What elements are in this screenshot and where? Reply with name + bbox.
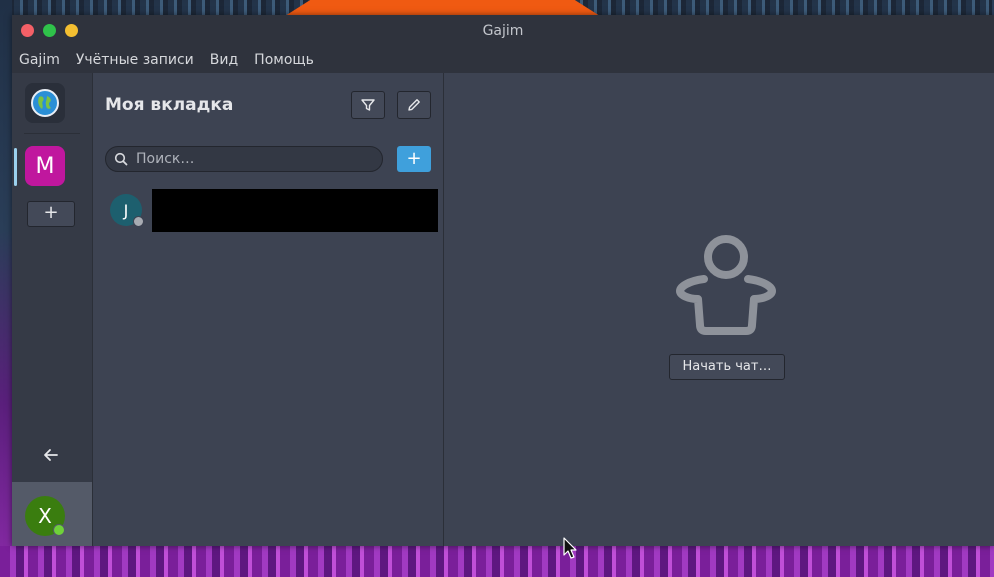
contact-status-badge: [133, 216, 144, 227]
account-status-badge: [53, 524, 65, 536]
add-chat-button[interactable]: +: [397, 146, 431, 172]
workspace-separator: [24, 133, 80, 134]
main-chat-area: Начать чат…: [444, 73, 994, 546]
workspace-avatar[interactable]: M: [25, 146, 65, 186]
collapse-button[interactable]: [41, 445, 61, 465]
chat-list-panel: Моя вкладка + J: [93, 73, 444, 546]
pencil-icon: [408, 99, 420, 111]
arrow-left-icon: [44, 449, 58, 461]
redacted-chat-info: [152, 189, 438, 232]
app-logo-button[interactable]: [25, 83, 65, 123]
menu-view[interactable]: Вид: [202, 47, 246, 73]
close-window-button[interactable]: [21, 24, 34, 37]
menu-help[interactable]: Помощь: [246, 47, 322, 73]
globe-logo-icon: [31, 89, 59, 117]
search-field[interactable]: [105, 146, 383, 172]
menu-accounts[interactable]: Учётные записи: [68, 47, 202, 73]
filter-icon: [361, 99, 375, 111]
workspace-sidebar: M + X: [12, 73, 93, 546]
edit-button[interactable]: [397, 91, 431, 119]
search-input[interactable]: [134, 150, 378, 168]
gajim-window: Gajim Gajim Учётные записи Вид Помощь M …: [12, 15, 994, 546]
start-chat-button[interactable]: Начать чат…: [669, 354, 785, 380]
person-placeholder-icon: [676, 235, 776, 335]
desktop-background-bottom: [0, 546, 994, 577]
menubar: Gajim Учётные записи Вид Помощь: [12, 47, 994, 73]
menu-gajim[interactable]: Gajim: [12, 47, 68, 73]
maximize-window-button[interactable]: [65, 24, 78, 37]
account-area[interactable]: X: [12, 482, 92, 546]
add-workspace-button[interactable]: +: [27, 201, 75, 227]
chat-tab-title: Моя вкладка: [105, 95, 234, 115]
filter-button[interactable]: [351, 91, 385, 119]
mouse-cursor-icon: [563, 537, 577, 559]
active-workspace-indicator: [14, 148, 17, 186]
chat-list-item[interactable]: J: [93, 189, 443, 235]
desktop-background-left: [0, 0, 12, 577]
minimize-window-button[interactable]: [43, 24, 56, 37]
search-icon: [114, 152, 128, 166]
titlebar[interactable]: Gajim: [12, 15, 994, 47]
window-title: Gajim: [482, 23, 524, 39]
desktop-panel-accent: [285, 0, 600, 16]
